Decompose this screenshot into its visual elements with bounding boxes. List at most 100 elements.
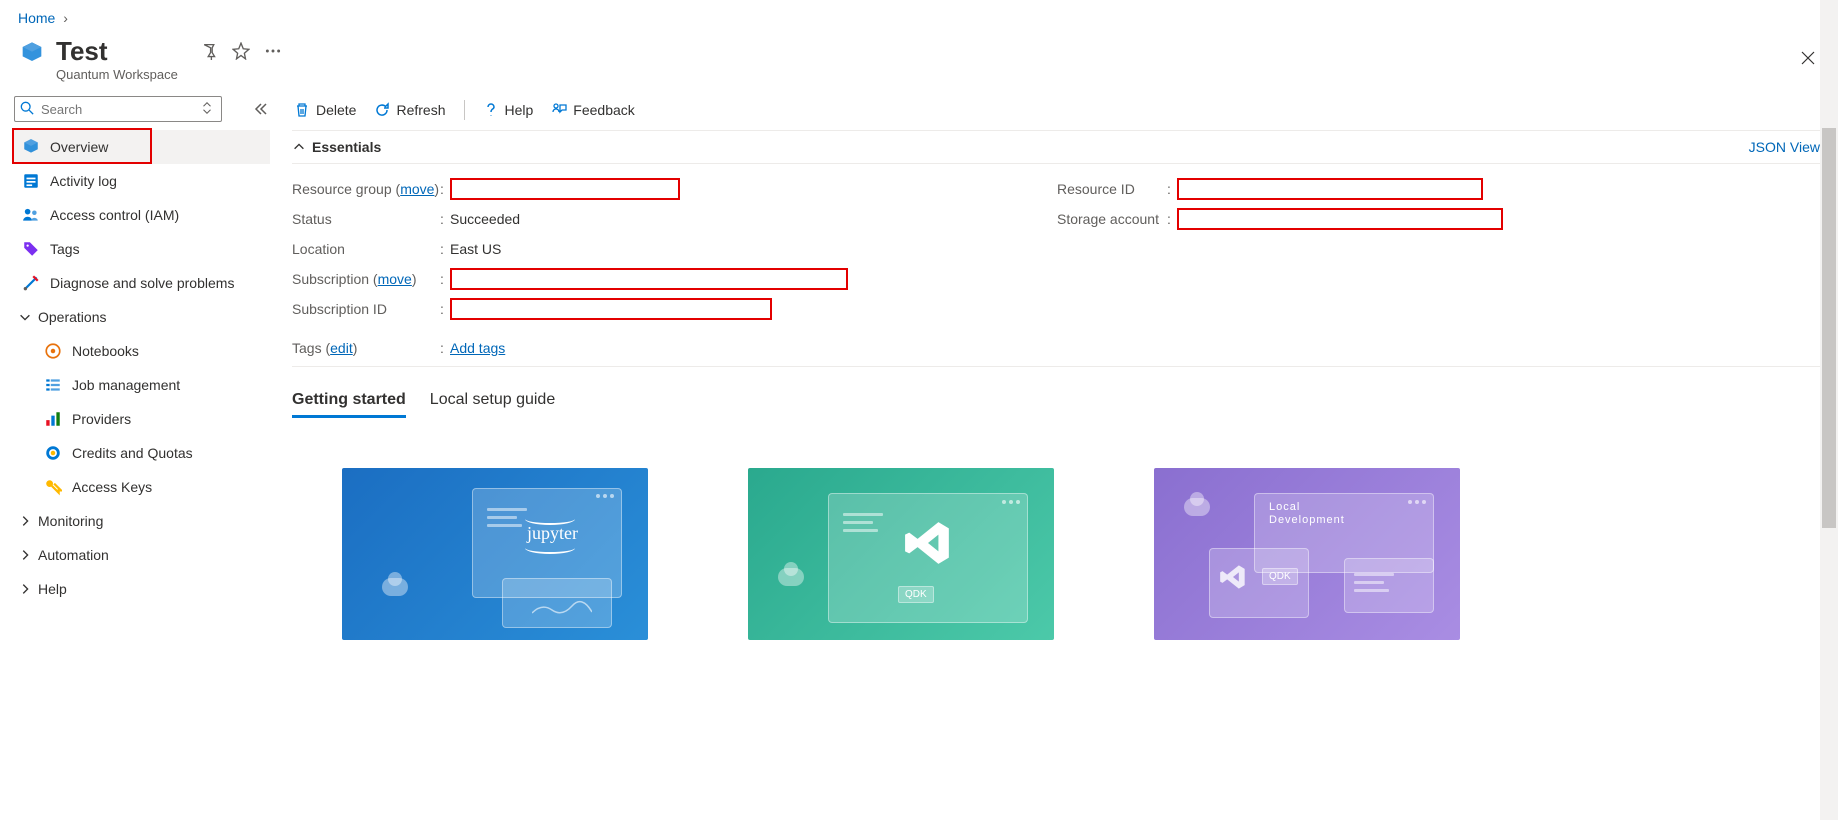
card-vscode-qdk[interactable]: QDK — [748, 468, 1054, 640]
essentials-title: Essentials — [312, 139, 381, 155]
status-label: Status — [292, 211, 440, 227]
sidebar-group-label: Automation — [38, 547, 109, 563]
sidebar-group-automation[interactable]: Automation — [14, 538, 270, 572]
chevron-right-icon — [18, 514, 32, 528]
scrollbar[interactable] — [1820, 0, 1838, 820]
sidebar-group-help[interactable]: Help — [14, 572, 270, 606]
sidebar-group-label: Help — [38, 581, 67, 597]
providers-icon — [44, 410, 62, 428]
sidebar-item-label: Job management — [72, 377, 180, 393]
tags-edit-link[interactable]: edit — [330, 340, 353, 356]
essentials-header[interactable]: Essentials JSON View — [292, 130, 1822, 164]
tags-label: Tags (edit) — [292, 340, 440, 356]
storage-account-label: Storage account — [1057, 211, 1167, 227]
tab-getting-started[interactable]: Getting started — [292, 385, 406, 418]
sidebar-item-diagnose[interactable]: Diagnose and solve problems — [14, 266, 270, 300]
sidebar-item-label: Tags — [50, 241, 80, 257]
trash-icon — [294, 102, 310, 118]
sidebar-item-access-keys[interactable]: Access Keys — [14, 470, 270, 504]
delete-button[interactable]: Delete — [294, 102, 356, 118]
toolbar-label: Delete — [316, 102, 356, 118]
sidebar-item-providers[interactable]: Providers — [14, 402, 270, 436]
qdk-badge: QDK — [1262, 568, 1298, 585]
sidebar-item-label: Overview — [50, 139, 108, 155]
resource-id-value-redacted — [1177, 178, 1483, 200]
subscription-id-label: Subscription ID — [292, 301, 440, 317]
sidebar-item-label: Activity log — [50, 173, 117, 189]
subscription-label: Subscription (move) — [292, 271, 440, 287]
sidebar-group-operations[interactable]: Operations — [14, 300, 270, 334]
help-button[interactable]: Help — [483, 102, 534, 118]
sidebar-item-tags[interactable]: Tags — [14, 232, 270, 266]
breadcrumb: Home › — [0, 0, 1838, 32]
refresh-icon — [374, 102, 390, 118]
sidebar-item-notebooks[interactable]: Notebooks — [14, 334, 270, 368]
access-control-icon — [22, 206, 40, 224]
cloud-icon — [778, 568, 804, 586]
sidebar-item-label: Credits and Quotas — [72, 445, 193, 461]
star-icon[interactable] — [232, 42, 250, 60]
subscription-value-redacted — [450, 268, 848, 290]
page-title: Test — [56, 36, 178, 67]
refresh-button[interactable]: Refresh — [374, 102, 445, 118]
breadcrumb-home[interactable]: Home — [18, 10, 55, 26]
page-header: Test Quantum Workspace — [0, 32, 1838, 92]
credits-icon — [44, 444, 62, 462]
scrollbar-thumb[interactable] — [1822, 128, 1836, 528]
toolbar-label: Help — [505, 102, 534, 118]
sort-icon[interactable] — [200, 101, 214, 115]
cube-icon — [22, 138, 40, 156]
help-icon — [483, 102, 499, 118]
tab-local-setup[interactable]: Local setup guide — [430, 385, 555, 418]
essentials-body: Resource group (move) : Status : Succeed… — [292, 164, 1822, 336]
subscription-move-link[interactable]: move — [378, 271, 412, 287]
quantum-workspace-icon — [18, 40, 46, 68]
resource-group-label: Resource group (move) — [292, 181, 440, 197]
location-label: Location — [292, 241, 440, 257]
sidebar-item-access-control[interactable]: Access control (IAM) — [14, 198, 270, 232]
chevron-right-icon — [18, 548, 32, 562]
sidebar-group-label: Operations — [38, 309, 106, 325]
card-local-development[interactable]: Local Development QDK — [1154, 468, 1460, 640]
chevron-down-icon — [18, 310, 32, 324]
local-dev-label-2: Development — [1269, 514, 1345, 526]
sidebar-item-activity-log[interactable]: Activity log — [14, 164, 270, 198]
status-value: Succeeded — [450, 211, 520, 227]
sidebar-group-monitoring[interactable]: Monitoring — [14, 504, 270, 538]
card-jupyter[interactable]: jupyter — [342, 468, 648, 640]
pin-icon[interactable] — [200, 42, 218, 60]
page-subtitle: Quantum Workspace — [56, 67, 178, 82]
tag-icon — [22, 240, 40, 258]
resource-group-value-redacted — [450, 178, 680, 200]
getting-started-cards: jupyter QDK Local Developm — [292, 468, 1822, 640]
sidebar-item-credits-quotas[interactable]: Credits and Quotas — [14, 436, 270, 470]
search-input[interactable] — [14, 96, 222, 122]
location-value: East US — [450, 241, 501, 257]
sidebar-item-label: Diagnose and solve problems — [50, 275, 234, 291]
feedback-icon — [551, 102, 567, 118]
toolbar-label: Feedback — [573, 102, 634, 118]
notebooks-icon — [44, 342, 62, 360]
toolbar-divider — [464, 100, 465, 120]
storage-account-value-redacted — [1177, 208, 1503, 230]
chevron-right-icon — [18, 582, 32, 596]
close-icon[interactable] — [1800, 50, 1816, 66]
chevron-up-icon — [292, 140, 306, 154]
subscription-id-value-redacted — [450, 298, 772, 320]
sidebar-item-job-management[interactable]: Job management — [14, 368, 270, 402]
chevron-right-icon: › — [63, 10, 68, 26]
sidebar: Overview Activity log Access control (IA… — [0, 92, 280, 822]
resource-group-move-link[interactable]: move — [400, 181, 434, 197]
sidebar-item-label: Access control (IAM) — [50, 207, 179, 223]
toolbar: Delete Refresh Help Feedback — [292, 96, 1822, 130]
more-icon[interactable] — [264, 42, 282, 60]
vscode-icon — [1219, 563, 1247, 591]
collapse-icon[interactable] — [252, 101, 268, 117]
cloud-icon — [1184, 498, 1210, 516]
sidebar-group-label: Monitoring — [38, 513, 103, 529]
add-tags-link[interactable]: Add tags — [450, 340, 505, 356]
json-view-link[interactable]: JSON View — [1749, 139, 1820, 155]
sidebar-item-overview[interactable]: Overview — [14, 130, 270, 164]
feedback-button[interactable]: Feedback — [551, 102, 634, 118]
jupyter-logo: jupyter — [527, 523, 578, 544]
